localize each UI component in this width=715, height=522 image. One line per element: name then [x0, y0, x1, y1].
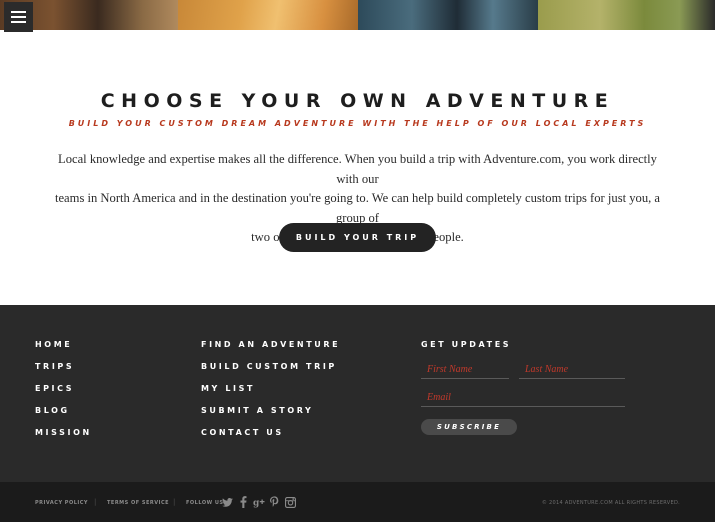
- footer-nav-secondary: FIND AN ADVENTURE BUILD CUSTOM TRIP MY L…: [201, 340, 340, 450]
- sunset-water-photo: [178, 0, 358, 30]
- email-field[interactable]: Email: [421, 391, 625, 407]
- kayak-water-photo: [358, 0, 538, 30]
- header-photo-strip: [0, 0, 715, 30]
- hamburger-icon-bar: [11, 21, 26, 23]
- bottom-bar: PRIVACY POLICY | TERMS OF SERVICE | FOLL…: [0, 482, 715, 522]
- footer-link-blog[interactable]: BLOG: [35, 406, 92, 428]
- hamburger-menu-button[interactable]: [4, 2, 33, 32]
- footer: HOME TRIPS EPICS BLOG MISSION FIND AN AD…: [0, 305, 715, 482]
- footer-nav-primary: HOME TRIPS EPICS BLOG MISSION: [35, 340, 92, 450]
- subscribe-button[interactable]: SUBSCRIBE: [421, 419, 517, 435]
- footer-link-build-custom-trip[interactable]: BUILD CUSTOM TRIP: [201, 362, 340, 384]
- page-subtitle: BUILD YOUR CUSTOM DREAM ADVENTURE WITH T…: [68, 119, 647, 128]
- footer-link-submit-story[interactable]: SUBMIT A STORY: [201, 406, 340, 428]
- footer-link-contact-us[interactable]: CONTACT US: [201, 428, 340, 450]
- main-content: CHOOSE YOUR OWN ADVENTURE BUILD YOUR CUS…: [0, 30, 715, 305]
- footer-link-trips[interactable]: TRIPS: [35, 362, 92, 384]
- privacy-policy-link[interactable]: PRIVACY POLICY: [35, 500, 88, 506]
- get-updates-heading: GET UPDATES: [421, 340, 512, 349]
- svg-text:g: g: [253, 498, 260, 508]
- follow-us-label: FOLLOW US:: [186, 500, 227, 506]
- facebook-icon[interactable]: [238, 496, 249, 508]
- footer-link-find-adventure[interactable]: FIND AN ADVENTURE: [201, 340, 340, 362]
- terms-of-service-link[interactable]: TERMS OF SERVICE: [107, 500, 169, 506]
- pinterest-icon[interactable]: [269, 496, 280, 508]
- footer-link-epics[interactable]: EPICS: [35, 384, 92, 406]
- grass-landscape-photo: [538, 0, 715, 30]
- footer-link-my-list[interactable]: MY LIST: [201, 384, 340, 406]
- copyright-text: © 2014 ADVENTURE.COM ALL RIGHTS RESERVED…: [541, 500, 680, 506]
- separator: |: [173, 498, 176, 506]
- hamburger-icon-bar: [11, 11, 26, 13]
- separator: |: [94, 498, 97, 506]
- last-name-field[interactable]: Last Name: [519, 363, 625, 379]
- page-title: CHOOSE YOUR OWN ADVENTURE: [100, 90, 615, 112]
- footer-link-mission[interactable]: MISSION: [35, 428, 92, 450]
- footer-link-home[interactable]: HOME: [35, 340, 92, 362]
- first-name-field[interactable]: First Name: [421, 363, 509, 379]
- google-plus-icon[interactable]: g: [252, 496, 266, 508]
- build-your-trip-button[interactable]: BUILD YOUR TRIP: [279, 223, 436, 252]
- instagram-icon[interactable]: [285, 496, 296, 508]
- hamburger-icon-bar: [11, 16, 26, 18]
- twitter-icon[interactable]: [222, 496, 233, 508]
- intro-line: Local knowledge and expertise makes all …: [58, 152, 657, 186]
